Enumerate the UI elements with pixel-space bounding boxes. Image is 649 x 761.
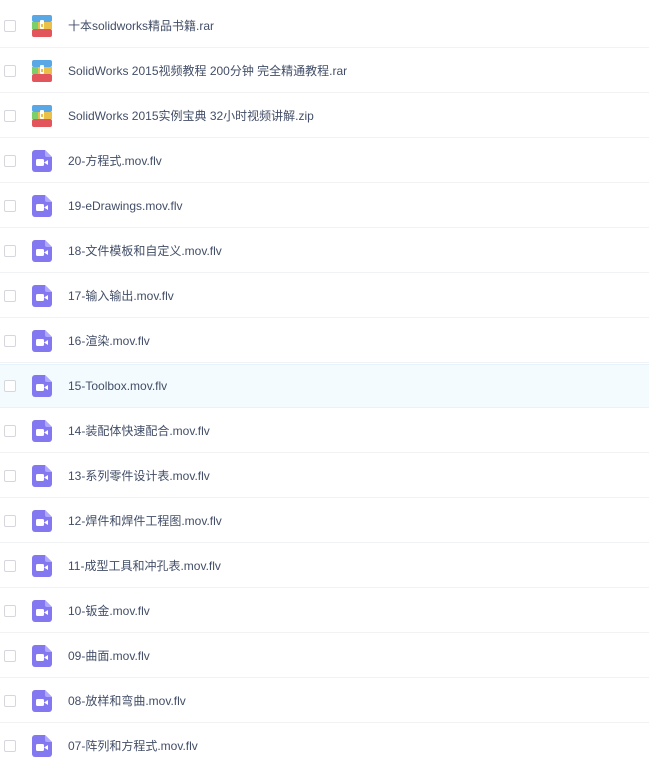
video-icon (32, 194, 52, 217)
file-row[interactable]: 16-渲染.mov.flv (0, 319, 649, 363)
file-row[interactable]: 19-eDrawings.mov.flv (0, 184, 649, 228)
row-checkbox[interactable] (4, 559, 16, 572)
archive-icon (32, 104, 52, 127)
file-row[interactable]: 10-钣金.mov.flv (0, 589, 649, 633)
video-icon (32, 149, 52, 172)
video-icon (32, 464, 52, 487)
row-checkbox[interactable] (4, 334, 16, 347)
file-name[interactable]: 19-eDrawings.mov.flv (68, 199, 182, 213)
file-row[interactable]: 15-Toolbox.mov.flv (0, 364, 649, 408)
row-checkbox[interactable] (4, 469, 16, 482)
row-checkbox[interactable] (4, 109, 16, 122)
file-name[interactable]: SolidWorks 2015视频教程 200分钟 完全精通教程.rar (68, 62, 347, 79)
file-name[interactable]: 15-Toolbox.mov.flv (68, 379, 167, 393)
video-icon (32, 375, 52, 397)
file-row[interactable]: 18-文件模板和自定义.mov.flv (0, 229, 649, 273)
video-icon (32, 644, 52, 667)
file-name[interactable]: 13-系列零件设计表.mov.flv (68, 467, 210, 484)
video-icon (32, 329, 52, 352)
row-checkbox[interactable] (4, 649, 16, 662)
video-icon (32, 239, 52, 262)
row-checkbox[interactable] (4, 199, 16, 212)
row-checkbox[interactable] (4, 244, 16, 257)
row-checkbox[interactable] (4, 64, 16, 77)
file-row[interactable]: 17-输入输出.mov.flv (0, 274, 649, 318)
video-icon (32, 599, 52, 622)
archive-icon (32, 59, 52, 82)
video-icon (32, 419, 52, 442)
row-checkbox[interactable] (4, 154, 16, 167)
file-name[interactable]: 十本solidworks精品书籍.rar (68, 17, 214, 34)
file-name[interactable]: 12-焊件和焊件工程图.mov.flv (68, 512, 222, 529)
row-checkbox[interactable] (4, 289, 16, 302)
file-name[interactable]: 17-输入输出.mov.flv (68, 287, 174, 304)
file-name[interactable]: 16-渲染.mov.flv (68, 332, 150, 349)
file-row[interactable]: 20-方程式.mov.flv (0, 139, 649, 183)
archive-icon (32, 14, 52, 37)
file-row[interactable]: SolidWorks 2015视频教程 200分钟 完全精通教程.rar (0, 49, 649, 93)
video-icon (32, 284, 52, 307)
file-name[interactable]: 07-阵列和方程式.mov.flv (68, 737, 198, 754)
file-name[interactable]: 10-钣金.mov.flv (68, 602, 150, 619)
file-name[interactable]: SolidWorks 2015实例宝典 32小时视频讲解.zip (68, 107, 314, 124)
file-row[interactable]: 08-放样和弯曲.mov.flv (0, 679, 649, 723)
file-row[interactable]: 12-焊件和焊件工程图.mov.flv (0, 499, 649, 543)
file-row[interactable]: 十本solidworks精品书籍.rar (0, 4, 649, 48)
file-name[interactable]: 14-装配体快速配合.mov.flv (68, 422, 210, 439)
row-checkbox[interactable] (4, 380, 16, 392)
file-name[interactable]: 11-成型工具和冲孔表.mov.flv (68, 557, 221, 574)
file-list: 十本solidworks精品书籍.rar SolidWorks 2015视频教程 … (0, 0, 649, 761)
video-icon (32, 689, 52, 712)
file-name[interactable]: 18-文件模板和自定义.mov.flv (68, 242, 222, 259)
file-name[interactable]: 20-方程式.mov.flv (68, 152, 162, 169)
row-checkbox[interactable] (4, 514, 16, 527)
file-row[interactable]: 14-装配体快速配合.mov.flv (0, 409, 649, 453)
video-icon (32, 734, 52, 757)
row-checkbox[interactable] (4, 739, 16, 752)
row-checkbox[interactable] (4, 604, 16, 617)
file-row[interactable]: 07-阵列和方程式.mov.flv (0, 724, 649, 761)
row-checkbox[interactable] (4, 19, 16, 32)
row-checkbox[interactable] (4, 424, 16, 437)
file-row[interactable]: 09-曲面.mov.flv (0, 634, 649, 678)
file-row[interactable]: SolidWorks 2015实例宝典 32小时视频讲解.zip (0, 94, 649, 138)
file-row[interactable]: 11-成型工具和冲孔表.mov.flv (0, 544, 649, 588)
file-name[interactable]: 09-曲面.mov.flv (68, 647, 150, 664)
video-icon (32, 509, 52, 532)
file-name[interactable]: 08-放样和弯曲.mov.flv (68, 692, 186, 709)
row-checkbox[interactable] (4, 694, 16, 707)
file-row[interactable]: 13-系列零件设计表.mov.flv (0, 454, 649, 498)
video-icon (32, 554, 52, 577)
